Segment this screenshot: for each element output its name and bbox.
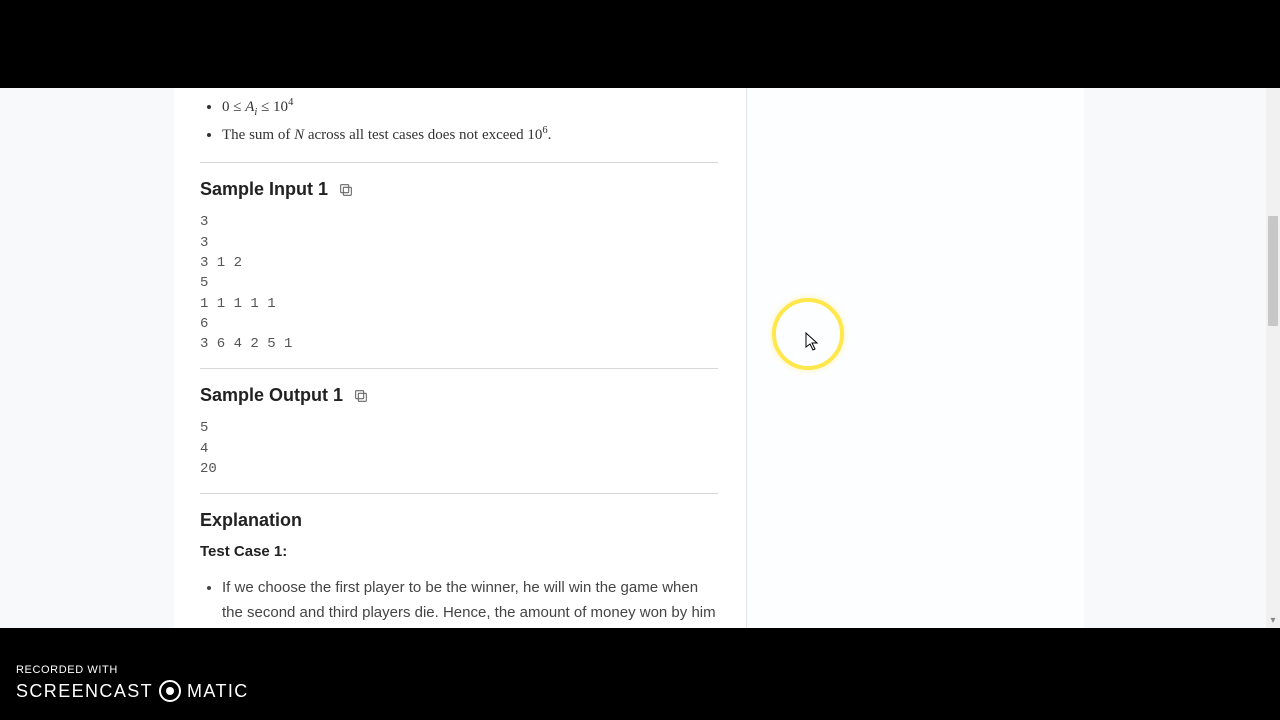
problem-panel: 0 ≤ Ai ≤ 104 The sum of N across all tes…: [174, 88, 1084, 628]
constraints-list: 0 ≤ Ai ≤ 104 The sum of N across all tes…: [200, 94, 718, 148]
explanation-heading: Explanation: [200, 510, 718, 531]
scrollbar-thumb[interactable]: [1268, 216, 1278, 326]
test-case-label: Test Case 1:: [200, 543, 718, 560]
sample-input-heading: Sample Input 1: [200, 179, 718, 200]
sample-input-block: 3 3 3 1 2 5 1 1 1 1 1 6 3 6 4 2 5 1: [200, 212, 718, 354]
content-viewport: 0 ≤ Ai ≤ 104 The sum of N across all tes…: [0, 88, 1280, 628]
section-divider: [200, 368, 718, 369]
scrollbar-track[interactable]: [1266, 88, 1280, 628]
section-divider: [200, 493, 718, 494]
copy-icon[interactable]: [353, 388, 369, 404]
scroll-down-arrow[interactable]: ▾: [1266, 614, 1280, 628]
problem-statement-pane: 0 ≤ Ai ≤ 104 The sum of N across all tes…: [174, 88, 746, 628]
sample-output-block: 5 4 20: [200, 418, 718, 479]
editor-pane[interactable]: [747, 88, 1084, 628]
constraint-text: The sum of: [222, 127, 294, 143]
recording-watermark: RECORDED WITH SCREENCAST MATIC: [16, 664, 249, 702]
copy-icon[interactable]: [338, 182, 354, 198]
section-divider: [200, 162, 718, 163]
watermark-top: RECORDED WITH: [16, 664, 249, 676]
constraint-item: The sum of N across all test cases does …: [222, 122, 718, 149]
constraint-item: 0 ≤ Ai ≤ 104: [222, 94, 718, 122]
sample-output-heading: Sample Output 1: [200, 385, 718, 406]
explanation-list: If we choose the first player to be the …: [200, 576, 718, 628]
target-icon: [159, 680, 181, 702]
explanation-item: If we choose the first player to be the …: [222, 576, 718, 628]
watermark-brand: SCREENCAST MATIC: [16, 680, 249, 702]
